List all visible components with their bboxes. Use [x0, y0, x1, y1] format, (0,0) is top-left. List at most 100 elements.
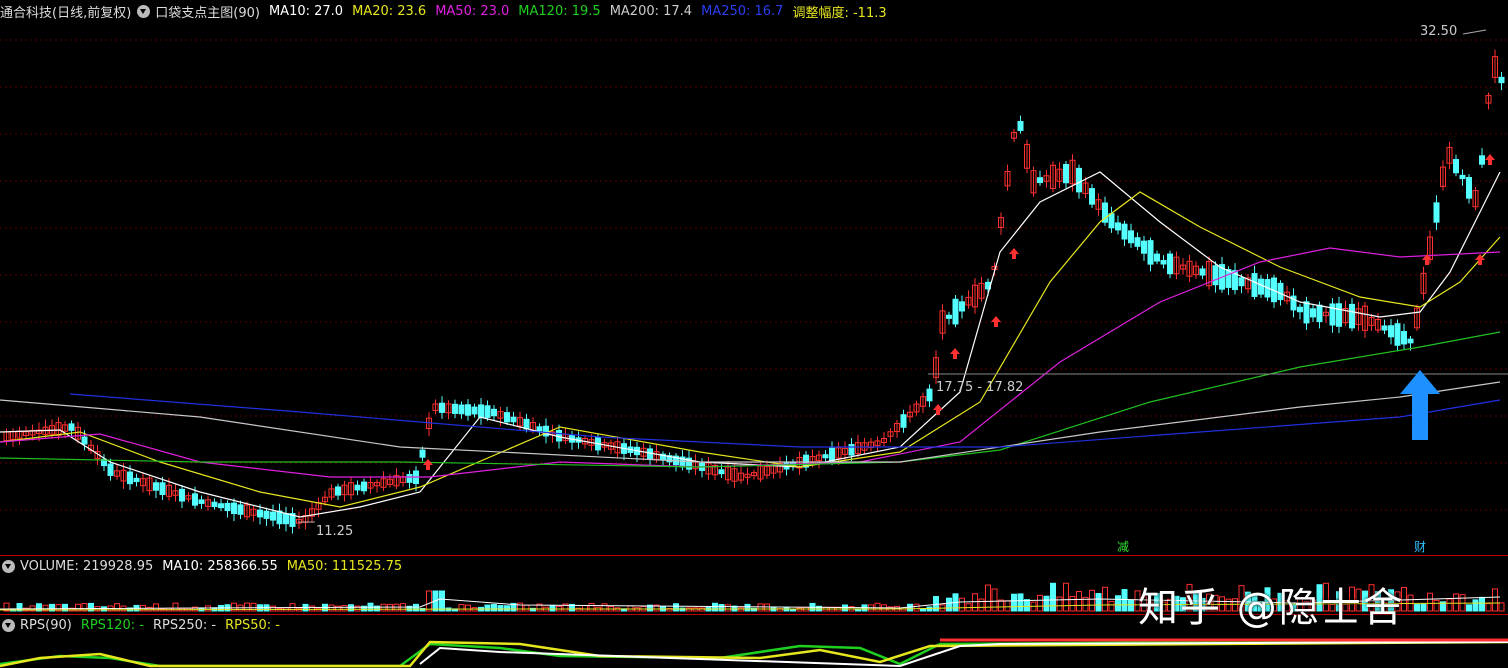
stock-title: 通合科技(日线,前复权) — [0, 5, 132, 21]
candle — [848, 444, 855, 456]
finance-marker[interactable]: 财 — [1414, 538, 1426, 555]
volume-bar — [725, 604, 731, 612]
candle — [1037, 177, 1043, 184]
high-price-label: 32.50 — [1420, 24, 1458, 39]
volume-bar — [913, 603, 920, 612]
candle — [1297, 306, 1303, 313]
volume-bar — [601, 603, 608, 612]
ma20-line — [0, 191, 1501, 508]
candle — [1336, 303, 1342, 327]
candle — [263, 510, 270, 519]
volume-bar — [1479, 596, 1485, 612]
volume-bar — [328, 604, 335, 612]
high-pointer — [1462, 29, 1487, 35]
candle — [1225, 269, 1232, 288]
candle — [198, 499, 205, 504]
candle — [822, 454, 829, 459]
ma200-line — [0, 381, 1501, 463]
volume-bar — [517, 602, 523, 612]
candle — [1316, 304, 1323, 323]
volume-bar — [1121, 589, 1128, 612]
volume-bar — [270, 605, 276, 612]
candle — [1479, 155, 1485, 165]
candle — [1349, 303, 1355, 329]
volume-bar — [1414, 604, 1420, 612]
volume-bar — [1427, 592, 1433, 612]
candle — [1381, 325, 1388, 331]
candle — [1238, 277, 1245, 287]
reduce-marker[interactable]: 减 — [1117, 538, 1129, 555]
candle — [959, 301, 965, 312]
rps120-readout: RPS120: - — [80, 617, 144, 633]
candle — [1388, 325, 1394, 338]
candle — [133, 477, 140, 483]
indicator-dropdown-icon[interactable] — [137, 4, 151, 18]
candle — [491, 408, 497, 417]
volume-bar — [1498, 602, 1505, 612]
candle — [107, 463, 114, 476]
candle — [1154, 253, 1160, 262]
volume-bar — [920, 608, 926, 612]
volume-ma50-readout: MA50: 111525.75 — [286, 558, 403, 574]
indicator-name[interactable]: 口袋支点主图(90) — [155, 2, 260, 21]
volume-bar — [1017, 593, 1024, 612]
volume-bar — [348, 604, 354, 612]
volume-bar — [1095, 593, 1102, 612]
rps-dropdown-icon[interactable] — [2, 618, 15, 632]
candle — [354, 484, 361, 491]
volume-bar — [582, 605, 588, 612]
volume-bar — [458, 604, 465, 612]
candle — [1199, 268, 1206, 276]
ma250-readout: MA250: 16.7 — [701, 3, 784, 19]
volume-header: VOLUME: 219928.95 MA10: 258366.55 MA50: … — [0, 555, 411, 577]
volume-bar — [1492, 588, 1498, 612]
candle — [1251, 273, 1258, 297]
candle — [458, 404, 465, 415]
volume-bar — [1004, 600, 1011, 612]
candle — [478, 404, 484, 418]
candle — [1303, 301, 1310, 324]
candle — [465, 404, 471, 416]
volume-bar — [1037, 594, 1043, 612]
candle — [419, 449, 426, 458]
volume-bar — [497, 605, 504, 612]
candle — [1121, 223, 1128, 240]
candle — [1167, 253, 1173, 275]
volume-bar — [1420, 603, 1427, 612]
volume-bar — [523, 604, 530, 612]
volume-bar — [972, 593, 978, 612]
pocket-pivot-arrow-icon — [423, 459, 433, 470]
volume-bar — [1472, 599, 1479, 612]
buy-signal-arrow-icon — [1400, 370, 1440, 440]
volume-bar — [549, 604, 556, 612]
rps-title: RPS(90) — [20, 617, 72, 633]
candle — [224, 502, 231, 512]
volume-bar — [1063, 582, 1069, 612]
candle — [270, 511, 276, 521]
ma50-readout: MA50: 23.0 — [435, 3, 510, 19]
rps-chart[interactable] — [0, 636, 1508, 668]
volume-bar — [1011, 593, 1017, 612]
candle — [1141, 240, 1147, 254]
candle — [81, 436, 88, 445]
candle — [1459, 174, 1466, 180]
volume-bar — [946, 597, 952, 612]
ma20-readout: MA20: 23.6 — [352, 3, 427, 19]
volume-bar — [712, 602, 718, 612]
price-chart[interactable] — [0, 22, 1508, 555]
volume-bar — [1453, 593, 1459, 612]
rps-header: RPS(90) RPS120: - RPS250: - RPS50: - — [0, 614, 289, 636]
candle — [1498, 76, 1505, 84]
candle — [1134, 237, 1141, 247]
pocket-pivot-arrow-icon — [933, 404, 943, 415]
watermark: 知乎 @隐士舍 — [1138, 585, 1405, 631]
candle — [68, 423, 75, 431]
volume-bar — [627, 605, 634, 612]
volume-dropdown-icon[interactable] — [2, 559, 15, 573]
volume-bar — [426, 590, 432, 612]
volume-bar — [1115, 595, 1121, 612]
candle — [1128, 230, 1134, 244]
candle — [484, 405, 491, 418]
candle — [439, 402, 445, 413]
candle — [237, 504, 244, 515]
